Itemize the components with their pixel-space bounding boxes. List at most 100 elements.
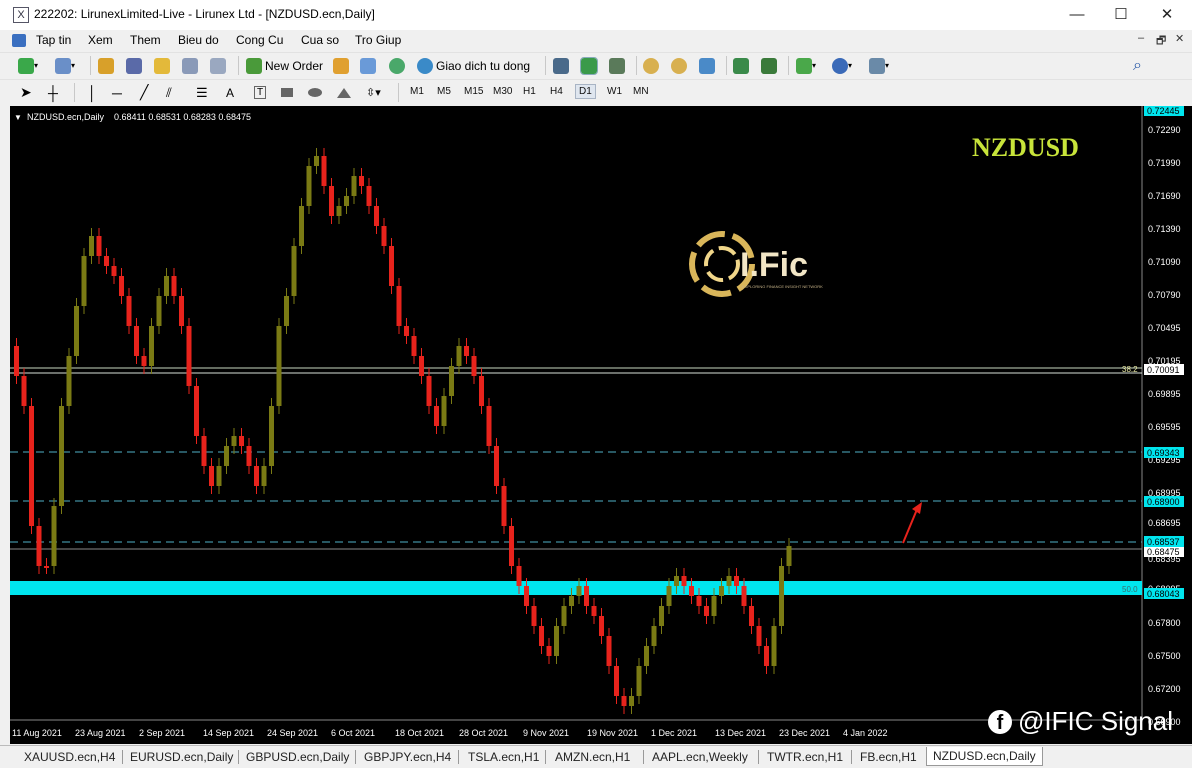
templates-button[interactable]: ▾ (869, 56, 889, 75)
trendline-button[interactable]: ╱ (140, 83, 148, 102)
line-chart-button[interactable] (609, 56, 625, 75)
search-button[interactable]: ⌕ (1133, 56, 1142, 75)
data-window-button[interactable] (126, 56, 142, 75)
cursor-button[interactable]: ➤ (20, 83, 32, 102)
star-icon (154, 57, 170, 74)
date-label: 4 Jan 2022 (843, 728, 888, 738)
chart-window[interactable]: ▼ NZDUSD.ecn,Daily 0.68411 0.68531 0.682… (10, 106, 1192, 744)
menu-window[interactable]: Cua so (301, 33, 339, 47)
menu-help[interactable]: Tro Giup (355, 33, 401, 47)
minimize-button[interactable]: — (1054, 0, 1100, 30)
tab-xauusd[interactable]: XAUUSD.ecn,H4 (24, 750, 115, 764)
price-label: 0.70790 (1148, 290, 1181, 300)
price-tag-text: 0.68537 (1147, 537, 1180, 547)
fibonacci-button[interactable]: ☰ (196, 83, 208, 102)
new-chart-button[interactable]: ▾ (18, 56, 38, 75)
rectangle-button[interactable] (281, 83, 293, 102)
close-button[interactable]: ✕ (1144, 0, 1190, 30)
menu-charts[interactable]: Bieu do (178, 33, 219, 47)
auto-scroll-button[interactable] (761, 56, 777, 75)
timeframe-mn[interactable]: MN (630, 85, 652, 98)
candle-body (209, 466, 214, 486)
strategy-tester-button[interactable] (210, 56, 226, 75)
menu-tools[interactable]: Cong Cu (236, 33, 283, 47)
candle-body (591, 606, 597, 616)
chart-window-icon[interactable] (12, 34, 26, 47)
candle-body (494, 446, 499, 486)
vertical-line-icon: │ (88, 84, 97, 101)
zoom-in-button[interactable] (643, 56, 659, 75)
fib-50-band[interactable] (10, 581, 1142, 595)
candle-body (291, 246, 297, 296)
fib-38-label: 38.2 (1122, 365, 1138, 374)
tab-aapl[interactable]: AAPL.ecn,Weekly (652, 750, 748, 764)
candle-body (134, 326, 139, 356)
timeframe-m1[interactable]: M1 (407, 85, 427, 98)
new-order-button[interactable]: New Order (246, 56, 323, 75)
ellipse-button[interactable] (308, 83, 322, 102)
menu-file[interactable]: Tap tin (36, 33, 71, 47)
vertical-line-button[interactable]: │ (88, 83, 97, 102)
triangle-button[interactable] (337, 83, 351, 102)
auto-trading-button[interactable]: Giao dich tu dong (417, 56, 530, 75)
tab-gbpjpy[interactable]: GBPJPY.ecn,H4 (364, 750, 451, 764)
periods-button[interactable]: ▾ (832, 56, 852, 75)
tab-nzdusd[interactable]: NZDUSD.ecn,Daily (926, 747, 1043, 766)
indicators-button[interactable]: ▾ (796, 56, 816, 75)
candle-body (21, 376, 27, 406)
text-button[interactable]: A (226, 83, 234, 102)
navigator-button[interactable] (154, 56, 170, 75)
menu-view[interactable]: Xem (88, 33, 113, 47)
auto-scroll-icon (761, 57, 777, 74)
signals-button[interactable] (360, 56, 376, 75)
chart-shift-button[interactable] (733, 56, 749, 75)
candle-body (606, 636, 612, 666)
zoom-out-button[interactable] (671, 56, 687, 75)
tile-windows-button[interactable] (699, 56, 715, 75)
candle-body (74, 306, 79, 356)
signals-icon (360, 57, 376, 74)
price-chart[interactable]: ▼ NZDUSD.ecn,Daily 0.68411 0.68531 0.682… (10, 106, 1192, 744)
label-button[interactable]: T (254, 83, 267, 102)
terminal-button[interactable] (182, 56, 198, 75)
tab-eurusd[interactable]: EURUSD.ecn,Daily (130, 750, 233, 764)
tab-gbpusd[interactable]: GBPUSD.ecn,Daily (246, 750, 349, 764)
mdi-restore-button[interactable]: 🗗 (1156, 32, 1166, 51)
triangle-icon (337, 87, 351, 98)
equidistant-channel-button[interactable]: ⫽ (166, 83, 172, 102)
candle-body (546, 646, 552, 656)
candle-body (164, 276, 169, 296)
candle-body (171, 276, 177, 296)
date-label: 23 Dec 2021 (779, 728, 830, 738)
bar-chart-button[interactable] (553, 56, 569, 75)
maximize-button[interactable]: ☐ (1098, 0, 1144, 30)
tab-fb[interactable]: FB.ecn,H1 (860, 750, 917, 764)
mdi-close-button[interactable]: ✕ (1175, 32, 1184, 45)
info-arrow[interactable]: ▼ (14, 113, 22, 122)
candle-body (681, 576, 687, 586)
price-label: 0.67800 (1148, 618, 1181, 628)
tab-tsla[interactable]: TSLA.ecn,H1 (468, 750, 539, 764)
metaeditor-button[interactable] (333, 56, 349, 75)
tab-amzn[interactable]: AMZN.ecn,H1 (555, 750, 630, 764)
market-button[interactable] (389, 56, 405, 75)
crosshair-button[interactable]: ┼ (48, 83, 58, 102)
candle-body (764, 646, 769, 666)
tab-twtr[interactable]: TWTR.ecn,H1 (767, 750, 843, 764)
timeframe-d1[interactable]: D1 (575, 84, 596, 99)
market-watch-button[interactable] (98, 56, 114, 75)
menu-insert[interactable]: Them (130, 33, 161, 47)
horizontal-line-button[interactable]: ─ (112, 83, 122, 102)
timeframe-h4[interactable]: H4 (547, 85, 566, 98)
profiles-button[interactable]: ▾ (55, 56, 75, 75)
timeframe-h1[interactable]: H1 (520, 85, 539, 98)
timeframe-m15[interactable]: M15 (461, 85, 486, 98)
bar-chart-icon (553, 57, 569, 74)
candlestick-button[interactable] (580, 56, 598, 75)
horizontal-line-icon: ─ (112, 84, 122, 101)
arrows-button[interactable]: ⇳▾ (366, 83, 381, 102)
timeframe-m5[interactable]: M5 (434, 85, 454, 98)
timeframe-m30[interactable]: M30 (490, 85, 515, 98)
timeframe-w1[interactable]: W1 (604, 85, 625, 98)
mdi-minimize-button[interactable]: – (1138, 32, 1144, 44)
